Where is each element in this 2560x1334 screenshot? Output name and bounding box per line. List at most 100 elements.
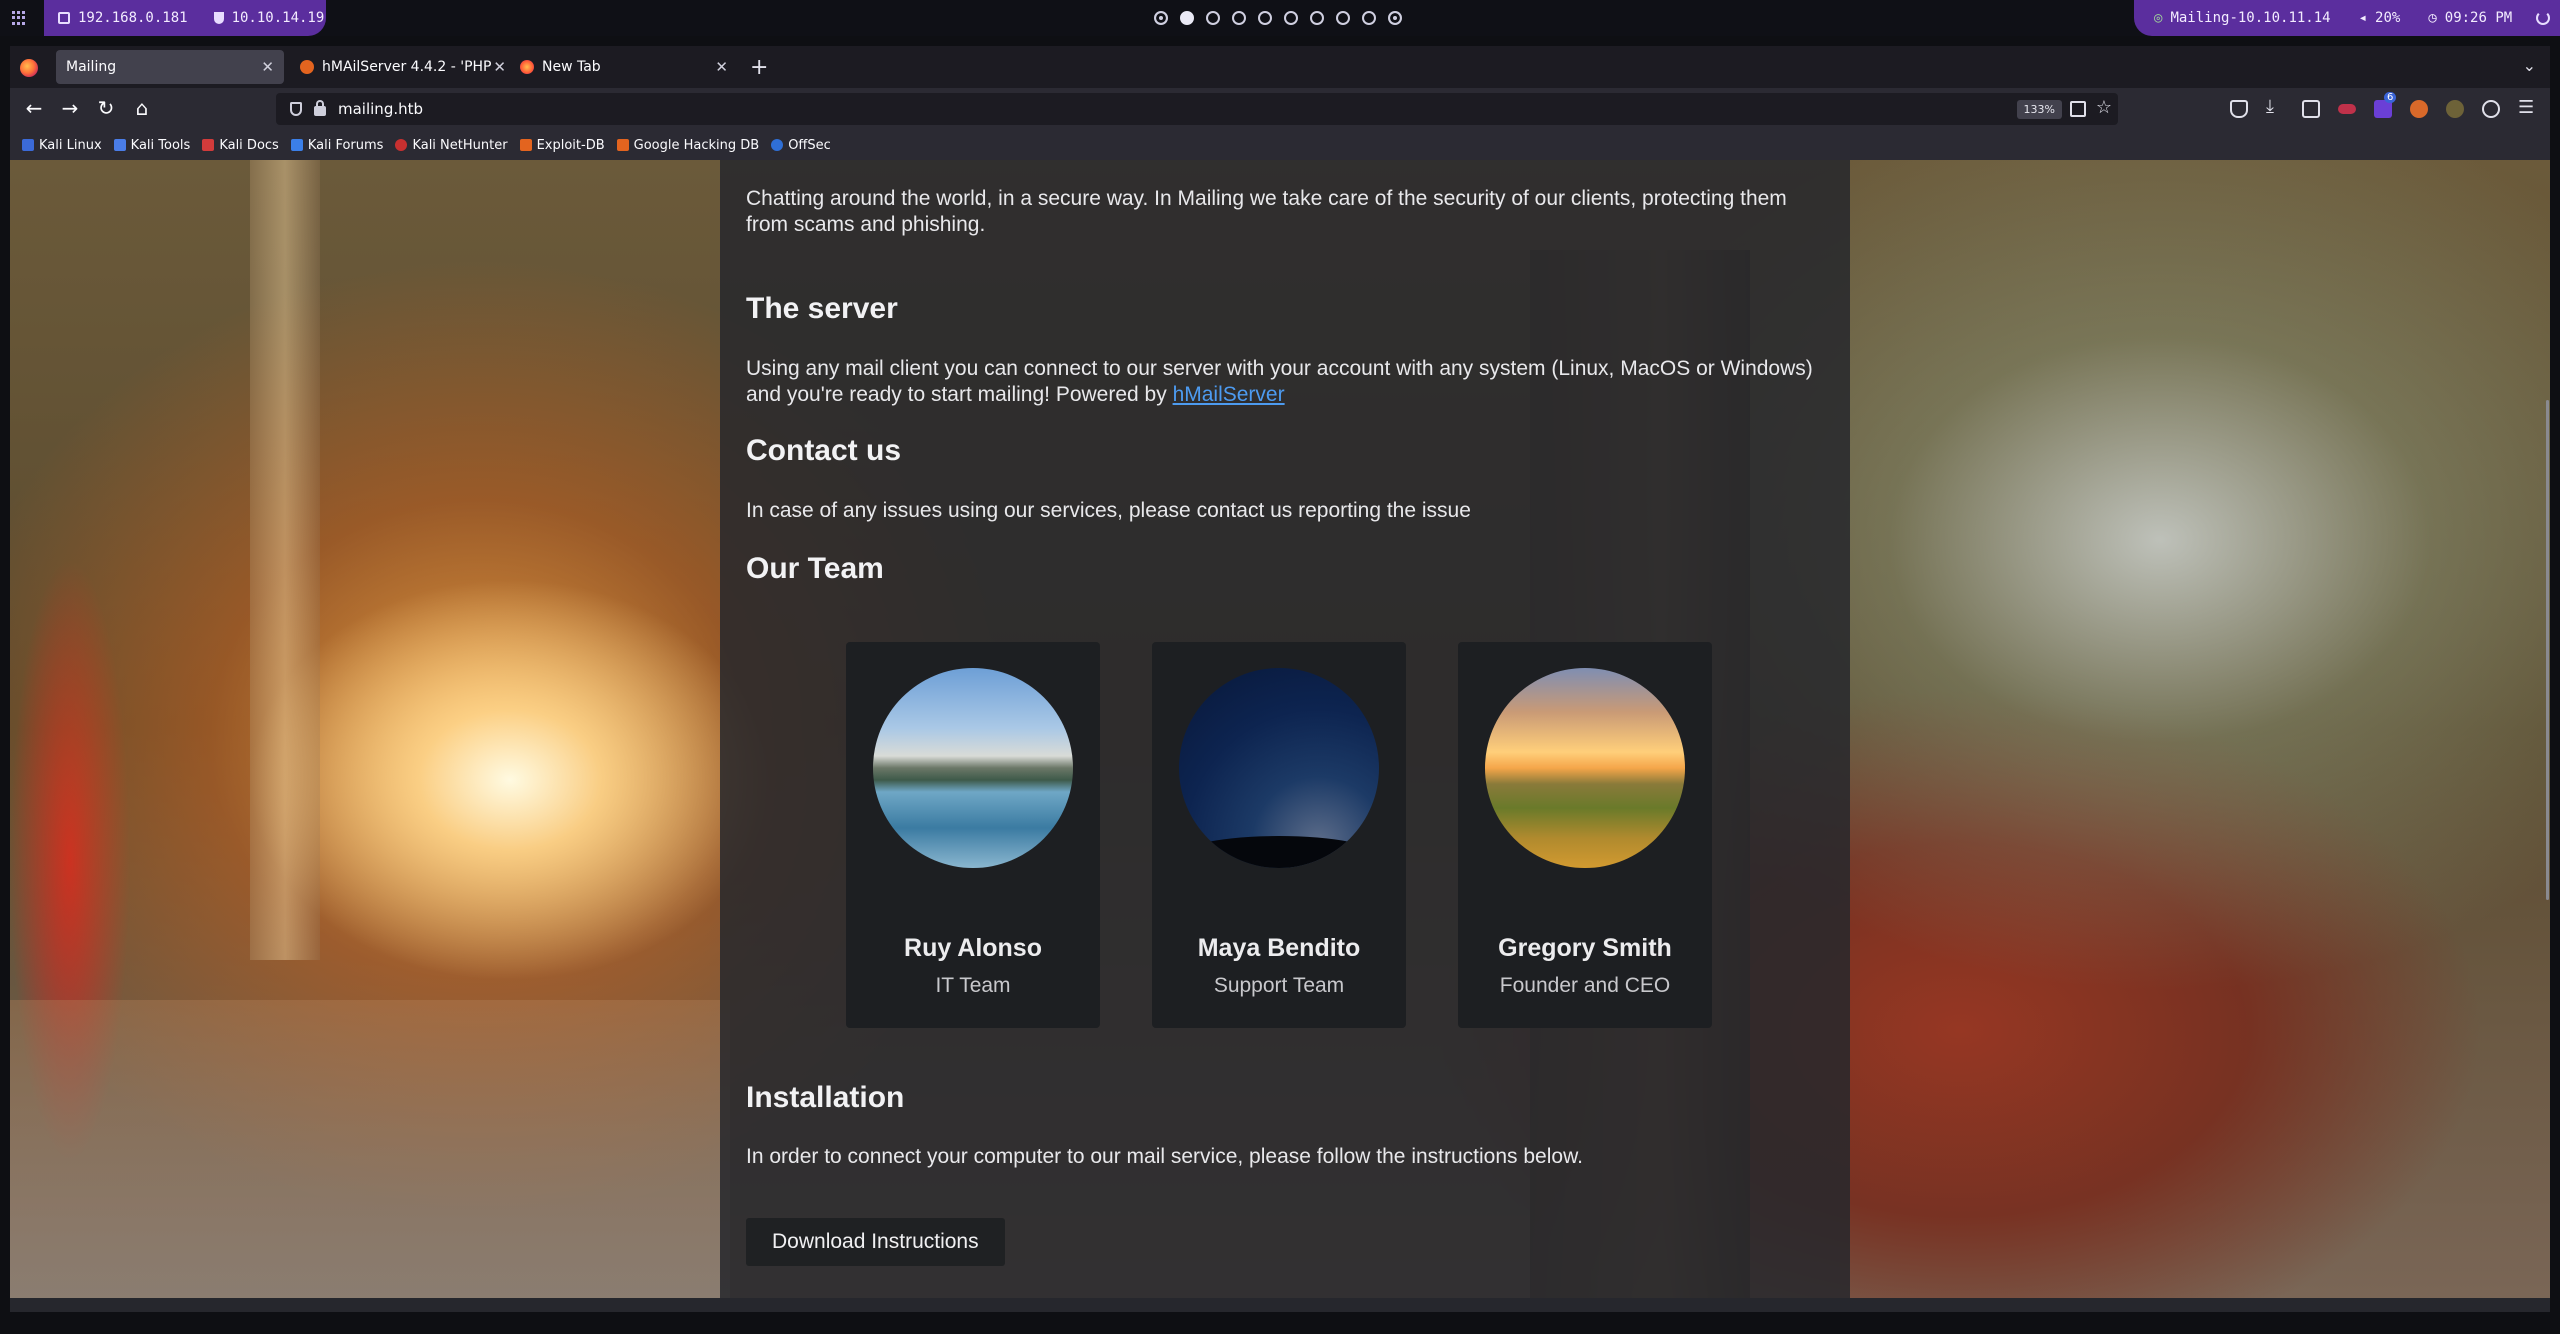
network-status-pill: 192.168.0.181 10.10.14.19 xyxy=(44,0,326,36)
tab-new-tab[interactable]: New Tab ✕ xyxy=(510,50,738,84)
offsec-icon xyxy=(771,139,784,151)
vpn-ip-text: 10.10.14.19 xyxy=(231,10,325,26)
volume-indicator[interactable]: ◂ 20% xyxy=(2359,10,2401,26)
kali-forums-icon xyxy=(290,139,303,151)
clock-indicator: ◷ 09:26 PM xyxy=(2428,10,2512,26)
power-icon[interactable] xyxy=(2536,11,2550,25)
kali-docs-icon xyxy=(202,139,215,151)
browser-bottom-edge xyxy=(10,1298,2550,1312)
bookmark-kali-forums[interactable]: Kali Forums xyxy=(290,137,384,153)
bookmark-kali-nethunter[interactable]: Kali NetHunter xyxy=(395,137,508,153)
extension-palette-icon[interactable] xyxy=(2446,100,2464,118)
bookmark-offsec[interactable]: OffSec xyxy=(771,138,831,153)
url-text[interactable]: mailing.htb xyxy=(338,100,423,118)
tab-mailing[interactable]: Mailing ✕ xyxy=(56,50,284,84)
extension-cookie-icon[interactable] xyxy=(2410,100,2428,118)
app-launcher-icon[interactable] xyxy=(12,11,26,25)
workspace-2[interactable] xyxy=(1180,11,1194,25)
firefox-favicon-icon xyxy=(520,60,534,74)
target-icon: ◎ xyxy=(2154,10,2163,26)
back-arrow-icon[interactable]: ← xyxy=(22,98,46,118)
local-ip-indicator[interactable]: 192.168.0.181 xyxy=(58,10,188,26)
bookmark-kali-docs[interactable]: Kali Docs xyxy=(202,138,279,153)
new-tab-button[interactable]: + xyxy=(750,55,768,80)
download-instructions-button[interactable]: Download Instructions xyxy=(746,1218,1005,1266)
bookmark-label: Kali Forums xyxy=(307,137,384,153)
sunset-hills-avatar xyxy=(1485,668,1685,868)
bookmark-google-hacking-db[interactable]: Google Hacking DB xyxy=(616,137,760,153)
hmailserver-link[interactable]: hMailServer xyxy=(1173,383,1285,406)
team-member-name: Ruy Alonso xyxy=(904,934,1042,962)
intro-text: Chatting around the world, in a secure w… xyxy=(746,187,1787,236)
bookmark-star-icon[interactable]: ☆ xyxy=(2096,97,2112,118)
team-member-name: Gregory Smith xyxy=(1498,934,1672,962)
bookmark-label: Kali Linux xyxy=(39,137,102,153)
forward-arrow-icon[interactable]: → xyxy=(58,98,82,118)
pocket-icon[interactable] xyxy=(2230,100,2248,118)
bookmark-label: Exploit-DB xyxy=(536,137,605,153)
workspace-8[interactable] xyxy=(1336,11,1350,25)
close-tab-icon[interactable]: ✕ xyxy=(493,58,506,76)
workspace-4[interactable] xyxy=(1232,11,1246,25)
exploit-db-favicon-icon xyxy=(300,60,314,74)
bookmark-kali-tools[interactable]: Kali Tools xyxy=(113,137,191,153)
extension-badge: 6 xyxy=(2384,92,2397,103)
workspace-5[interactable] xyxy=(1258,11,1272,25)
bookmark-label: Kali Tools xyxy=(130,137,191,153)
workspace-1[interactable] xyxy=(1154,11,1168,25)
kali-dragon-icon xyxy=(22,139,34,151)
address-bar[interactable]: mailing.htb 133% ☆ xyxy=(276,93,2118,125)
reload-icon[interactable]: ↻ xyxy=(94,98,118,118)
page-scrollbar[interactable] xyxy=(2544,160,2550,1298)
settings-gear-icon[interactable] xyxy=(2482,100,2500,118)
vpn-ip-indicator[interactable]: 10.10.14.19 xyxy=(213,10,325,26)
workspace-7[interactable] xyxy=(1310,11,1324,25)
team-card: Maya Bendito Support Team xyxy=(1152,642,1406,1028)
translate-icon[interactable] xyxy=(2070,101,2086,117)
tab-title: Mailing xyxy=(66,59,117,75)
home-icon[interactable]: ⌂ xyxy=(130,98,154,118)
scrollbar-thumb[interactable] xyxy=(2546,400,2549,900)
team-member-role: Founder and CEO xyxy=(1499,974,1671,997)
target-indicator[interactable]: ◎ Mailing-10.10.11.14 xyxy=(2154,10,2331,26)
list-all-tabs-icon[interactable]: ⌄ xyxy=(2523,56,2536,75)
bookmark-label: Kali NetHunter xyxy=(412,137,508,153)
team-member-name: Maya Bendito xyxy=(1197,934,1361,962)
workspace-9[interactable] xyxy=(1362,11,1376,25)
installation-text: In order to connect your computer to our… xyxy=(746,1145,1583,1168)
team-heading: Our Team xyxy=(746,552,884,585)
browser-tab-bar: Mailing ✕ hMAilServer 4.4.2 - 'PHPW ✕ Ne… xyxy=(10,46,2550,88)
lock-icon[interactable] xyxy=(314,100,326,116)
server-heading: The server xyxy=(746,292,898,325)
speaker-icon: ◂ xyxy=(2358,10,2368,26)
content-panel: Chatting around the world, in a secure w… xyxy=(720,160,1850,1298)
zoom-level-badge[interactable]: 133% xyxy=(2016,100,2062,119)
workspace-3[interactable] xyxy=(1206,11,1220,25)
tab-hmailserver-exploit[interactable]: hMAilServer 4.4.2 - 'PHPW ✕ xyxy=(290,50,516,84)
tab-title: New Tab xyxy=(542,59,601,75)
browser-navigation-bar: ← → ↻ ⌂ mailing.htb 133% ☆ ⤓ 6 ☰ xyxy=(10,88,2550,130)
tracking-protection-shield-icon[interactable] xyxy=(290,102,302,116)
nethunter-icon xyxy=(395,139,408,151)
extension-glasses-icon[interactable] xyxy=(2338,104,2356,114)
close-tab-icon[interactable]: ✕ xyxy=(715,58,728,76)
bookmark-exploit-db[interactable]: Exploit-DB xyxy=(519,137,605,153)
contact-heading: Contact us xyxy=(746,434,902,467)
close-tab-icon[interactable]: ✕ xyxy=(261,58,274,76)
background-photo-road xyxy=(10,1000,730,1298)
night-sky-avatar xyxy=(1179,668,1379,868)
workspace-10[interactable] xyxy=(1388,11,1402,25)
hamburger-menu-icon[interactable]: ☰ xyxy=(2518,97,2536,118)
installation-heading: Installation xyxy=(746,1081,905,1114)
downloads-icon[interactable]: ⤓ xyxy=(2266,96,2284,117)
share-icon[interactable] xyxy=(2302,100,2320,118)
bookmark-label: Google Hacking DB xyxy=(633,137,760,153)
kali-tools-icon xyxy=(113,139,126,151)
server-text: Using any mail client you can connect to… xyxy=(746,356,1826,408)
local-ip-text: 192.168.0.181 xyxy=(78,10,188,26)
firefox-menu-icon[interactable] xyxy=(20,59,38,77)
workspace-6[interactable] xyxy=(1284,11,1298,25)
bookmark-kali-linux[interactable]: Kali Linux xyxy=(22,138,102,153)
target-status-pill: ◎ Mailing-10.10.11.14 ◂ 20% ◷ 09:26 PM xyxy=(2134,0,2560,36)
background-photo-pole xyxy=(250,160,320,960)
